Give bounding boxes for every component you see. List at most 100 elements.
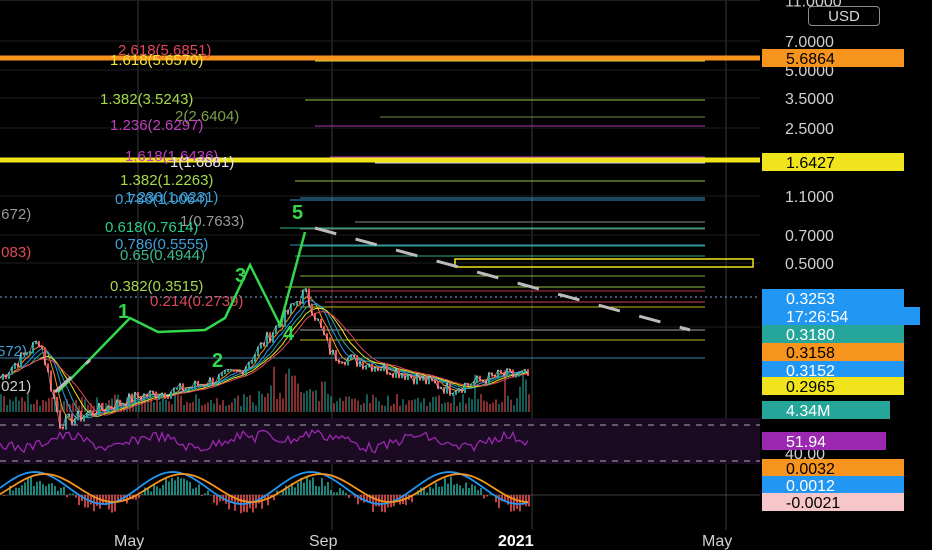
volume-bar (372, 394, 374, 412)
macd-histogram-bar (3, 495, 5, 496)
currency-button[interactable]: USD (808, 6, 880, 26)
volume-bar (342, 401, 344, 412)
macd-histogram-bar (342, 490, 344, 495)
macd-histogram-bar (525, 495, 527, 507)
price-tags: 5.6864 1.6427 0.325317:26:540.31800.3158 0.… (762, 49, 920, 512)
macd-tag-2: -0.0021 (786, 495, 840, 512)
wave-label-1: 1 (118, 301, 129, 323)
volume-bar (516, 398, 518, 412)
y-tick-6: 0.7000 (785, 228, 834, 245)
macd-histogram-bar (252, 495, 254, 513)
volume-bar (495, 399, 497, 412)
volume-bar (276, 398, 278, 412)
macd-histogram-bar (330, 489, 332, 495)
macd-histogram-bar (171, 477, 173, 495)
x-tick-0: May (114, 533, 144, 550)
macd-histogram-bar (486, 495, 488, 497)
volume-bar (354, 398, 356, 412)
volume-bar (312, 391, 314, 412)
macd-histogram-bar (477, 490, 479, 495)
macd-histogram-bar (159, 488, 161, 495)
volume-bar (429, 402, 431, 412)
volume-bar (165, 399, 167, 412)
volume-bar (168, 401, 170, 412)
left-edge-label-0: .672) (0, 206, 31, 223)
macd-histogram-bar (156, 486, 158, 495)
fib-label-4: 1.236(2.6297) (110, 117, 203, 134)
volume-bar (345, 396, 347, 412)
grid (0, 0, 760, 530)
macd-histogram-bar (180, 478, 182, 495)
macd-histogram-bar (432, 488, 434, 495)
volume-bar (153, 401, 155, 412)
fib-levels: 2.618(5.6851)1.618(5.6570)1.382(3.5243)2… (0, 42, 760, 395)
macd-histogram-bar (186, 480, 188, 495)
macd-histogram-bar (114, 495, 116, 512)
volume-bar (195, 394, 197, 412)
macd-histogram-bar (189, 481, 191, 495)
macd-panel (0, 471, 760, 514)
macd-histogram-bar (165, 478, 167, 495)
volume-bar (183, 404, 185, 412)
chart-canvas[interactable]: 2.618(5.6851)1.618(5.6570)1.382(3.5243)2… (0, 0, 932, 550)
macd-histogram-bar (69, 493, 71, 495)
macd-histogram-bar (42, 484, 44, 495)
volume-bar (261, 393, 263, 412)
left-edge-label-1: .083) (0, 244, 31, 261)
volume-bar (393, 403, 395, 412)
volume-bar (450, 403, 452, 412)
macd-histogram-bar (204, 493, 206, 495)
volume-bar (348, 396, 350, 412)
fib-label-2: 1.382(3.5243) (100, 91, 193, 108)
macd-histogram-bar (462, 488, 464, 495)
volume-bar (84, 399, 86, 412)
volume-bar (444, 402, 446, 412)
volume-bar (282, 398, 284, 412)
volume-bar (414, 399, 416, 412)
volume-bar (228, 404, 230, 412)
macd-histogram-bar (27, 477, 29, 495)
macd-histogram-bar (345, 492, 347, 495)
macd-histogram-bar (84, 495, 86, 508)
macd-histogram-bar (324, 485, 326, 495)
macd-histogram-bar (15, 487, 17, 495)
macd-histogram-bar (66, 495, 68, 498)
volume-bar (39, 405, 41, 412)
volume-bar (33, 403, 35, 412)
macd-histogram-bar (441, 486, 443, 495)
macd-histogram-bar (438, 486, 440, 495)
volume-bar (384, 405, 386, 412)
volume-bar (492, 402, 494, 412)
volume-bar (237, 395, 239, 412)
macd-histogram-bar (303, 482, 305, 495)
volume-bar (303, 393, 305, 412)
macd-histogram-bar (447, 483, 449, 495)
volume-bar (486, 401, 488, 412)
macd-histogram-bar (429, 486, 431, 495)
volume-bar (270, 385, 272, 412)
y-tick-3: 3.5000 (785, 91, 834, 108)
macd-histogram-bar (450, 476, 452, 495)
volume-bar (27, 394, 29, 412)
volume-bar (369, 403, 371, 412)
volume-bar (192, 401, 194, 412)
macd-histogram-bar (294, 487, 296, 495)
volume-bar (204, 404, 206, 412)
y-tick-4: 2.5000 (785, 121, 834, 138)
macd-histogram-bar (198, 484, 200, 495)
volume-bar (435, 396, 437, 412)
volume-bar (480, 394, 482, 412)
volume-bar (465, 403, 467, 412)
volume-bar (408, 400, 410, 412)
volume-bar (231, 402, 233, 412)
macd-histogram-bar (426, 492, 428, 495)
volume-bar (438, 395, 440, 412)
volume-bar (207, 402, 209, 412)
volume-bar (441, 403, 443, 412)
volume-bar (171, 404, 173, 412)
time-axis[interactable]: May Sep 2021 May (114, 533, 732, 550)
price-tag-2: 0.3253 (786, 291, 835, 308)
volume-bar (285, 373, 287, 412)
volume-bar (489, 404, 491, 412)
macd-histogram-bar (138, 495, 140, 498)
